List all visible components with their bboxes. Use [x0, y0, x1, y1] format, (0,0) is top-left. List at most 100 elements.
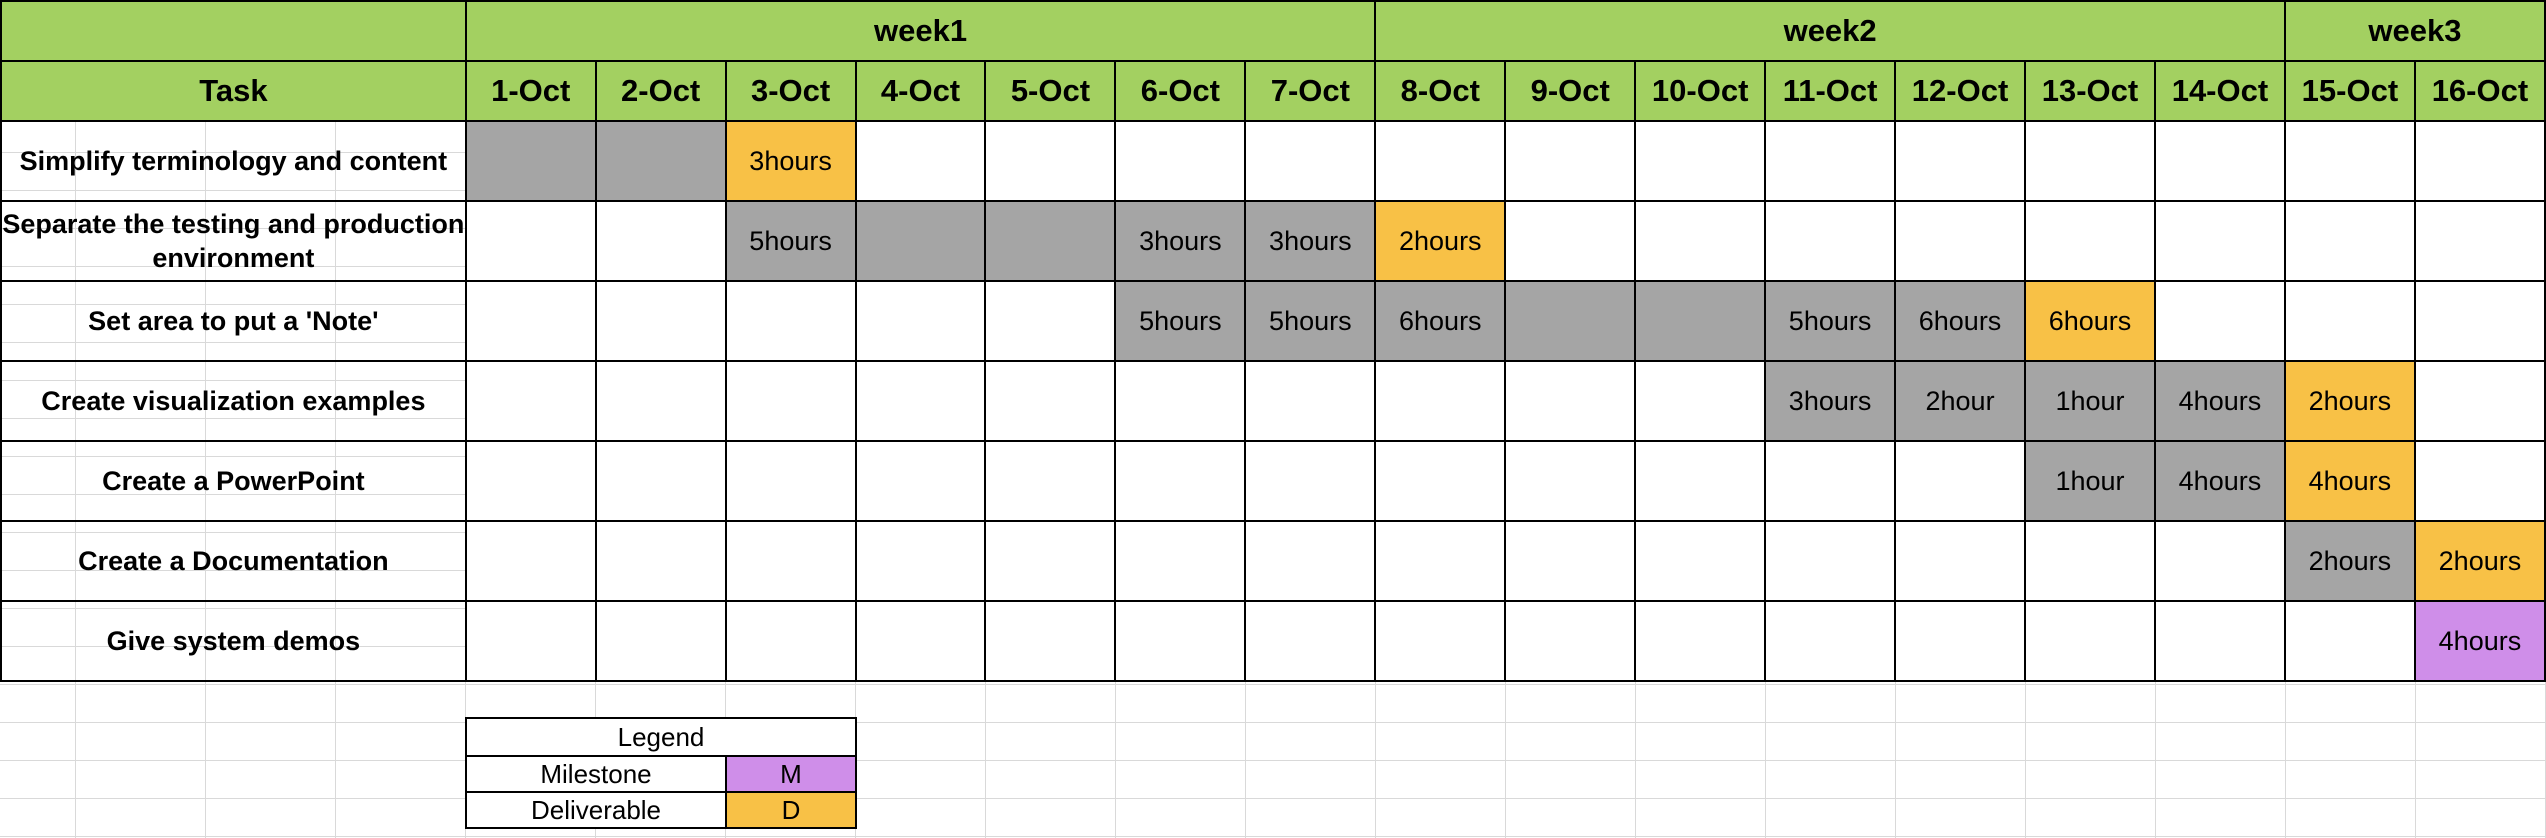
schedule-cell[interactable] [854, 120, 987, 202]
task-name-cell[interactable]: Create a Documentation [0, 520, 467, 602]
task-name-cell[interactable]: Create a PowerPoint [0, 440, 467, 522]
date-header-cell[interactable]: 3-Oct [724, 60, 857, 122]
legend-deliverable-swatch[interactable]: D [725, 791, 857, 829]
schedule-cell[interactable]: 3hours [724, 120, 857, 202]
schedule-cell[interactable] [2413, 280, 2546, 362]
schedule-cell[interactable] [1764, 120, 1897, 202]
schedule-cell[interactable] [984, 360, 1117, 442]
schedule-cell[interactable] [724, 280, 857, 362]
schedule-cell[interactable] [1894, 600, 2027, 682]
schedule-cell[interactable] [854, 360, 987, 442]
schedule-cell[interactable]: 1hour [2024, 440, 2156, 522]
schedule-cell[interactable] [2413, 360, 2546, 442]
schedule-cell[interactable] [1504, 280, 1637, 362]
schedule-cell[interactable] [1244, 360, 1377, 442]
legend-title[interactable]: Legend [465, 717, 857, 757]
schedule-cell[interactable] [1894, 440, 2027, 522]
schedule-cell[interactable] [464, 280, 597, 362]
schedule-cell[interactable] [464, 520, 597, 602]
schedule-cell[interactable] [2283, 200, 2416, 282]
schedule-cell[interactable]: 6hours [1894, 280, 2027, 362]
schedule-cell[interactable] [984, 600, 1117, 682]
date-header-cell[interactable]: 1-Oct [464, 60, 597, 122]
schedule-cell[interactable] [1764, 520, 1897, 602]
schedule-cell[interactable] [464, 120, 597, 202]
schedule-cell[interactable] [594, 120, 727, 202]
schedule-cell[interactable] [594, 520, 727, 602]
schedule-cell[interactable] [2283, 120, 2416, 202]
schedule-cell[interactable] [1764, 440, 1897, 522]
date-header-cell[interactable]: 15-Oct [2283, 60, 2416, 122]
schedule-cell[interactable] [594, 440, 727, 522]
schedule-cell[interactable] [1634, 360, 1767, 442]
schedule-cell[interactable] [2413, 200, 2546, 282]
schedule-cell[interactable] [2283, 600, 2416, 682]
schedule-cell[interactable] [1764, 600, 1897, 682]
schedule-cell[interactable]: 2hour [1894, 360, 2027, 442]
schedule-cell[interactable] [1894, 200, 2027, 282]
schedule-cell[interactable] [2024, 600, 2156, 682]
date-header-cell[interactable]: 7-Oct [1244, 60, 1377, 122]
schedule-cell[interactable] [464, 200, 597, 282]
schedule-cell[interactable] [2153, 200, 2286, 282]
date-header-cell[interactable]: 8-Oct [1374, 60, 1507, 122]
week-header-cell[interactable]: week2 [1374, 0, 2286, 62]
schedule-cell[interactable]: 5hours [1244, 280, 1377, 362]
schedule-cell[interactable]: 3hours [1764, 360, 1897, 442]
date-header-cell[interactable]: 6-Oct [1114, 60, 1247, 122]
schedule-cell[interactable] [1374, 520, 1507, 602]
schedule-cell[interactable] [1504, 520, 1637, 602]
schedule-cell[interactable] [2413, 440, 2546, 522]
schedule-cell[interactable]: 3hours [1114, 200, 1247, 282]
schedule-cell[interactable] [1504, 200, 1637, 282]
legend-deliverable-label[interactable]: Deliverable [465, 791, 727, 829]
schedule-cell[interactable] [464, 360, 597, 442]
schedule-cell[interactable]: 5hours [1114, 280, 1247, 362]
schedule-cell[interactable] [724, 600, 857, 682]
schedule-cell[interactable] [984, 520, 1117, 602]
schedule-cell[interactable]: 6hours [1374, 280, 1507, 362]
legend-milestone-swatch[interactable]: M [725, 755, 857, 793]
schedule-cell[interactable] [1894, 520, 2027, 602]
schedule-cell[interactable]: 1hour [2024, 360, 2156, 442]
week-header-cell[interactable]: week1 [464, 0, 1377, 62]
task-name-cell[interactable]: Simplify terminology and content [0, 120, 467, 202]
schedule-cell[interactable] [854, 600, 987, 682]
date-header-cell[interactable]: 5-Oct [984, 60, 1117, 122]
schedule-cell[interactable] [1114, 440, 1247, 522]
schedule-cell[interactable] [724, 440, 857, 522]
schedule-cell[interactable] [1764, 200, 1897, 282]
schedule-cell[interactable] [1114, 120, 1247, 202]
schedule-cell[interactable] [1244, 120, 1377, 202]
task-column-header[interactable]: Task [0, 60, 467, 122]
schedule-cell[interactable] [1374, 600, 1507, 682]
schedule-cell[interactable] [594, 600, 727, 682]
schedule-cell[interactable] [1114, 360, 1247, 442]
schedule-cell[interactable] [984, 120, 1117, 202]
schedule-cell[interactable] [594, 280, 727, 362]
schedule-cell[interactable]: 2hours [2283, 360, 2416, 442]
schedule-cell[interactable] [1374, 440, 1507, 522]
schedule-cell[interactable] [1374, 360, 1507, 442]
schedule-cell[interactable] [724, 360, 857, 442]
schedule-cell[interactable] [1504, 120, 1637, 202]
task-name-cell[interactable]: Give system demos [0, 600, 467, 682]
schedule-cell[interactable] [2024, 520, 2156, 602]
schedule-cell[interactable] [1634, 120, 1767, 202]
schedule-cell[interactable] [594, 200, 727, 282]
schedule-cell[interactable] [1244, 520, 1377, 602]
schedule-cell[interactable]: 3hours [1244, 200, 1377, 282]
schedule-cell[interactable] [1504, 600, 1637, 682]
schedule-cell[interactable] [724, 520, 857, 602]
schedule-cell[interactable] [2153, 120, 2286, 202]
schedule-cell[interactable] [2153, 280, 2286, 362]
date-header-cell[interactable]: 13-Oct [2024, 60, 2156, 122]
task-name-cell[interactable]: Set area to put a 'Note' [0, 280, 467, 362]
schedule-cell[interactable] [1504, 440, 1637, 522]
schedule-cell[interactable] [984, 440, 1117, 522]
schedule-cell[interactable] [854, 520, 987, 602]
schedule-cell[interactable] [1374, 120, 1507, 202]
schedule-cell[interactable]: 2hours [2413, 520, 2546, 602]
schedule-cell[interactable] [1504, 360, 1637, 442]
schedule-cell[interactable] [2024, 200, 2156, 282]
